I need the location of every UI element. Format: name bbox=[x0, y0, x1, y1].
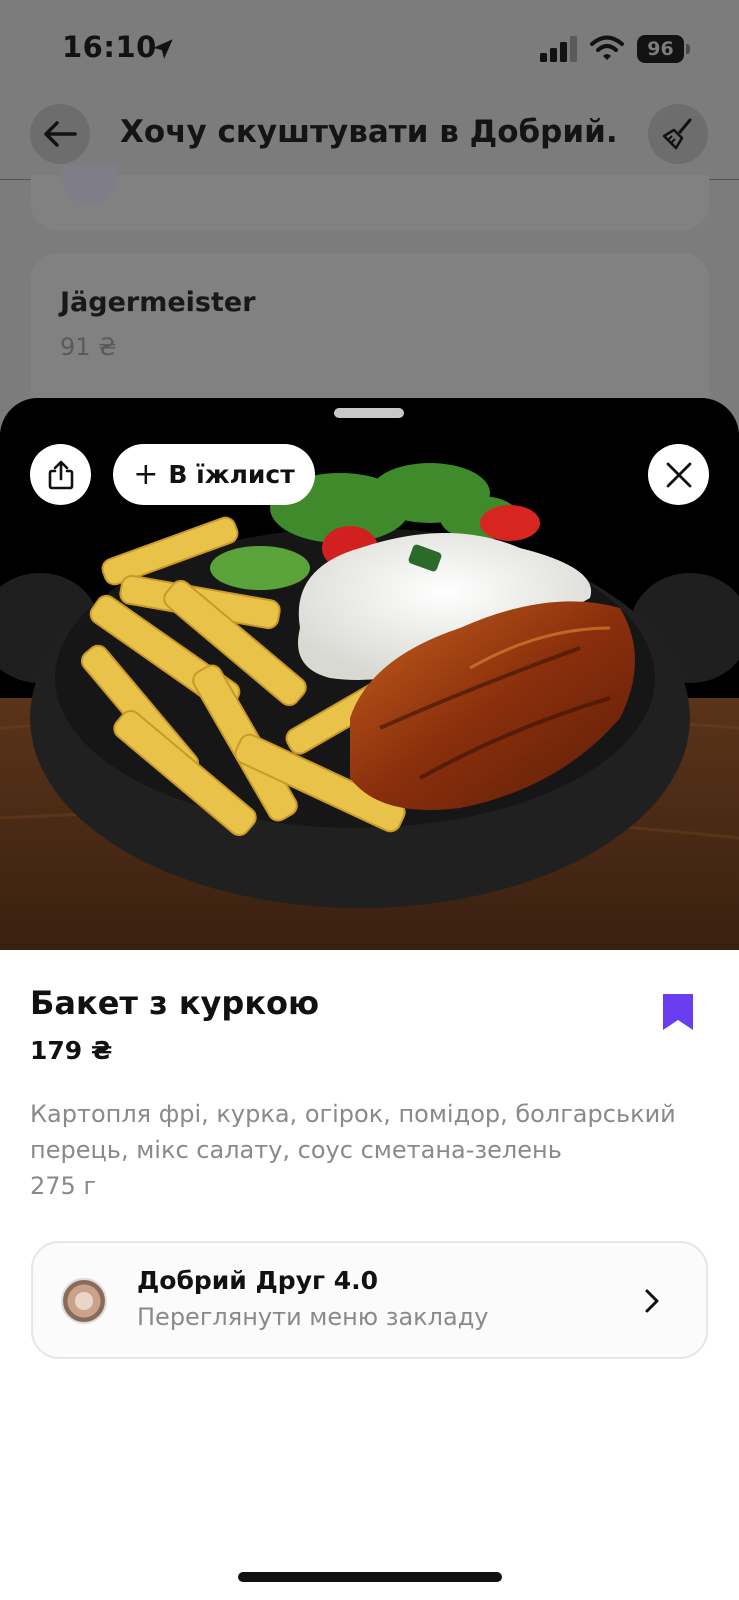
dish-title: Бакет з куркою bbox=[30, 984, 320, 1022]
page-title: Хочу скуштувати в Добрий... bbox=[120, 114, 620, 150]
dish-photo bbox=[0, 398, 739, 950]
status-time: 16:10 bbox=[62, 30, 157, 64]
dish-sheet: + В їжлист Бакет з куркою 179 ₴ Картопля… bbox=[0, 398, 739, 1600]
back-button[interactable] bbox=[30, 104, 90, 164]
battery-level: 96 bbox=[637, 35, 684, 63]
dish-price: 179 ₴ bbox=[30, 1036, 113, 1065]
close-icon bbox=[666, 462, 691, 487]
list-item-price: 91 ₴ bbox=[60, 333, 117, 361]
add-to-list-button[interactable]: + В їжлист bbox=[113, 444, 315, 505]
venue-logo bbox=[61, 1278, 107, 1324]
dish-weight: 275 г bbox=[30, 1172, 97, 1200]
signal-icon bbox=[540, 36, 577, 62]
dish-image bbox=[0, 398, 739, 950]
background-page: 16:10 96 Хочу скуштувати в Добрий... Jäg… bbox=[0, 0, 739, 453]
add-to-list-label: В їжлист bbox=[168, 460, 295, 489]
venue-name: Добрий Друг 4.0 bbox=[137, 1266, 379, 1295]
venue-card[interactable]: Добрий Друг 4.0 Переглянути меню закладу bbox=[31, 1241, 708, 1359]
plus-icon: + bbox=[133, 456, 159, 492]
sheet-grabber[interactable] bbox=[334, 408, 404, 418]
close-button[interactable] bbox=[648, 444, 709, 505]
list-item bbox=[31, 165, 709, 230]
dish-description: Картопля фрі, курка, огірок, помідор, бо… bbox=[30, 1100, 676, 1164]
dish-details: Бакет з куркою 179 ₴ Картопля фрі, курка… bbox=[0, 950, 739, 1600]
star-icon bbox=[61, 165, 117, 205]
back-arrow-icon bbox=[44, 121, 77, 147]
battery-cap bbox=[686, 44, 690, 54]
status-bar: 16:10 96 bbox=[0, 0, 739, 98]
share-button[interactable] bbox=[30, 444, 91, 505]
chevron-right-icon bbox=[645, 1289, 659, 1313]
venue-subtitle: Переглянути меню закладу bbox=[137, 1303, 489, 1331]
list-item-title: Jägermeister bbox=[60, 287, 256, 318]
home-indicator[interactable] bbox=[238, 1572, 502, 1582]
wifi-icon bbox=[590, 35, 624, 60]
location-arrow-icon bbox=[153, 39, 173, 59]
battery-icon: 96 bbox=[637, 35, 691, 63]
share-icon bbox=[48, 460, 73, 489]
broom-icon bbox=[662, 118, 692, 150]
bookmark-icon[interactable] bbox=[661, 992, 695, 1032]
clear-button[interactable] bbox=[648, 104, 708, 164]
